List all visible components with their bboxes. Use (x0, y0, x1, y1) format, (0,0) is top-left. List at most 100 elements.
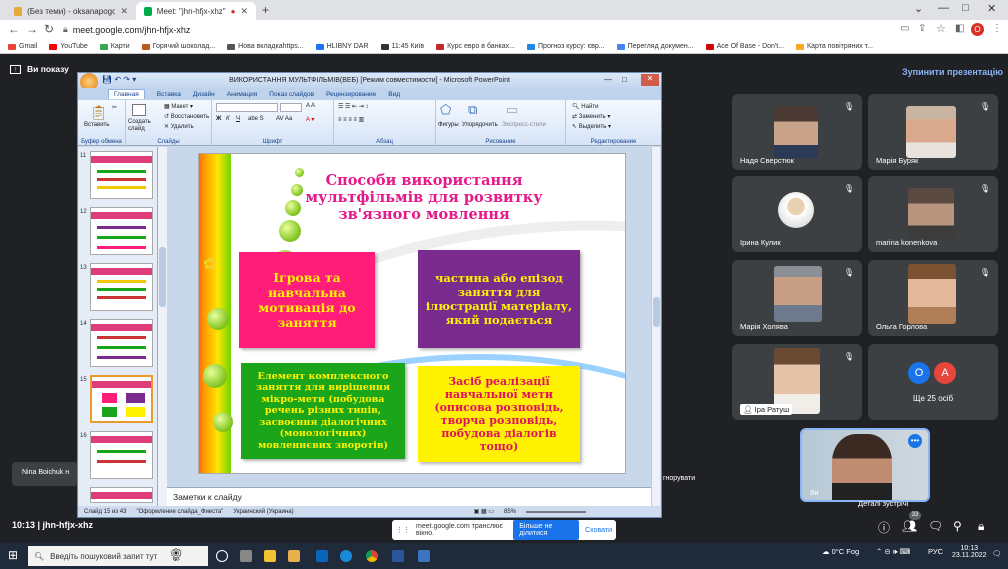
new-slide-icon[interactable] (132, 104, 146, 116)
minimize-button[interactable]: — (604, 75, 612, 84)
underline-icon[interactable]: Ч (236, 116, 240, 122)
align-icon[interactable]: ≡ ≡ ≡ ≡ ▥ (338, 116, 364, 123)
bookmark-youtube[interactable]: YouTube (49, 43, 88, 50)
shapes-button[interactable]: Фигуры (438, 122, 459, 128)
participant-tile-side[interactable]: Nina Boichuk н (12, 462, 78, 486)
edge-icon[interactable] (340, 550, 352, 562)
paste-button[interactable]: Вставить (84, 122, 109, 128)
quick-styles-icon[interactable]: ▭ (506, 102, 518, 118)
word-icon[interactable] (392, 550, 404, 562)
bookmark-aceofbase[interactable]: Ace Of Base - Don't... (705, 43, 784, 50)
tab-view[interactable]: Вид (388, 91, 400, 98)
font-color-icon[interactable]: A ▾ (306, 116, 314, 123)
file-explorer-icon[interactable] (264, 550, 276, 562)
quick-styles-button[interactable]: Экспресс-стили (502, 122, 546, 128)
layout-button[interactable]: ▦ Макет ▾ (164, 103, 193, 110)
people-icon[interactable]: 👥︎ (902, 519, 917, 533)
maximize-button[interactable]: □ (622, 75, 627, 84)
back-button[interactable]: ← (8, 22, 20, 36)
chat-icon[interactable]: 🗨︎ (928, 519, 943, 533)
reload-button[interactable]: ↻ (44, 22, 54, 36)
participant-tile[interactable]: 🎙︎ Надя Сверстюк (732, 94, 862, 170)
share-icon[interactable]: ⇪ (918, 23, 926, 34)
ignore-button[interactable]: гнорувати (663, 475, 695, 482)
participant-tile[interactable]: 🎙︎ Ольга Горлова (868, 260, 998, 336)
tab-gmail[interactable]: (Без теми) - oksanapogorelko@... ✕ (6, 2, 136, 20)
bookmark-chocolate[interactable]: Горячий шоколад... (141, 43, 215, 50)
view-buttons-icon[interactable]: ▣ ▦ ▭ (474, 508, 494, 515)
tab-slideshow[interactable]: Показ слайдов (269, 91, 314, 98)
language-indicator[interactable]: РУС (928, 547, 943, 556)
select-button[interactable]: ↖ Выделить ▾ (572, 123, 611, 130)
tab-design[interactable]: Дизайн (193, 91, 215, 98)
close-icon[interactable]: ✕ (120, 6, 128, 17)
clock[interactable]: 10:13 23.11.2022 (952, 545, 987, 559)
italic-icon[interactable]: К (226, 116, 230, 122)
bookmark-time[interactable]: 11:45 Київ (380, 43, 424, 50)
weather-widget[interactable]: ☁︎ 0°C Fog (822, 547, 859, 556)
activities-icon[interactable]: ⚲ (953, 519, 962, 533)
star-icon[interactable]: ☆ (936, 22, 946, 35)
task-view-icon[interactable] (216, 550, 228, 562)
find-button[interactable]: 🔍︎ Найти (572, 103, 598, 110)
slide-thumbnail[interactable] (90, 319, 153, 367)
bookmark-hlibny[interactable]: HLIBNY DAR (315, 43, 369, 50)
participant-tile[interactable]: 🎙︎ marina konenkova (868, 176, 998, 252)
participant-tile[interactable]: 🎙︎ 👤︎ Іра Ратуш (732, 344, 862, 420)
bookmark-forecast[interactable]: Прогноз курсу: євр... (527, 43, 605, 50)
lock-icon[interactable]: 🔒︎ (978, 519, 984, 534)
delete-button[interactable]: ✕ Удалить (164, 123, 194, 130)
tab-search-icon[interactable]: ⌄ (914, 2, 923, 15)
bold-icon[interactable]: Ж (216, 116, 221, 122)
cut-icon[interactable]: ✂ (112, 104, 117, 111)
tab-insert[interactable]: Вставка (157, 91, 181, 98)
scrollbar-thumb[interactable] (653, 297, 660, 327)
bookmark-docs[interactable]: Перегляд докумен... (616, 43, 694, 50)
self-view-tile[interactable]: Ви ••• (800, 428, 930, 502)
more-participants-tile[interactable]: О А Ще 25 осіб (868, 344, 998, 420)
url-field[interactable]: 🔒︎ meet.google.com/jhn-hfjx-xhz (63, 24, 190, 35)
close-button[interactable]: ✕ (641, 74, 659, 86)
slide-thumbnail-selected[interactable] (90, 375, 153, 423)
new-slide-button[interactable]: Создать слайд (128, 119, 158, 133)
grow-font-icon[interactable]: A A (306, 103, 315, 109)
font-name-select[interactable] (216, 103, 278, 112)
notifications-icon[interactable]: 🗨︎ (992, 549, 1002, 558)
bullets-icon[interactable]: ☰ ☰ ⇤ ⇥ ↕ (338, 103, 368, 110)
meeting-details-link[interactable]: Деталі зустрічі (858, 499, 908, 508)
forward-button[interactable]: → (26, 22, 38, 36)
camera-icon[interactable]: ▭ (900, 23, 909, 34)
chrome-icon[interactable] (366, 550, 378, 562)
scrollbar-thumb[interactable] (159, 247, 166, 307)
bookmark-gmail[interactable]: Gmail (8, 43, 37, 50)
windows-start-icon[interactable]: ⊞ (8, 548, 18, 562)
bookmark-newtab[interactable]: Нова вкладкаhttps... (227, 43, 304, 50)
participant-tile[interactable]: 🎙︎ Марія Буряк (868, 94, 998, 170)
participant-tile[interactable]: 🎙︎ Ірина Кулик (732, 176, 862, 252)
slide-notes-field[interactable]: Заметки к слайду (167, 487, 651, 506)
mail-icon[interactable] (316, 550, 328, 562)
slide-thumbnail[interactable] (90, 487, 153, 503)
paste-icon[interactable]: 📋︎ (90, 104, 108, 121)
slide-thumbnail[interactable] (90, 151, 153, 199)
sidepanel-icon[interactable]: ◧ (955, 23, 964, 34)
zoom-slider[interactable] (526, 510, 586, 513)
thumbnail-scrollbar[interactable] (158, 147, 167, 506)
app-icon[interactable] (418, 550, 430, 562)
stop-presenting-button[interactable]: Зупинити презентацію (902, 67, 1003, 77)
stop-sharing-button[interactable]: Більше не ділитися (513, 520, 580, 540)
avatar[interactable]: O (971, 23, 984, 36)
tab-animation[interactable]: Анимация (227, 91, 258, 98)
minimize-button[interactable]: — (938, 2, 949, 14)
close-icon[interactable]: ✕ (240, 6, 248, 17)
shapes-icon[interactable]: ⬠ (440, 102, 451, 118)
maximize-button[interactable]: □ (962, 2, 969, 14)
slide-thumbnail[interactable] (90, 263, 153, 311)
new-tab-button[interactable]: + (262, 3, 269, 17)
tab-home[interactable]: Главная (108, 89, 145, 99)
spacing-icon[interactable]: AV Aa (276, 116, 292, 122)
drag-handle-icon[interactable]: ⋮⋮ (396, 526, 410, 534)
reset-button[interactable]: ↺ Восстановить (164, 113, 209, 120)
tab-meet[interactable]: Meet: "jhn-hfjx-xhz" ● ✕ (136, 2, 256, 20)
widgets-icon[interactable] (240, 550, 252, 562)
